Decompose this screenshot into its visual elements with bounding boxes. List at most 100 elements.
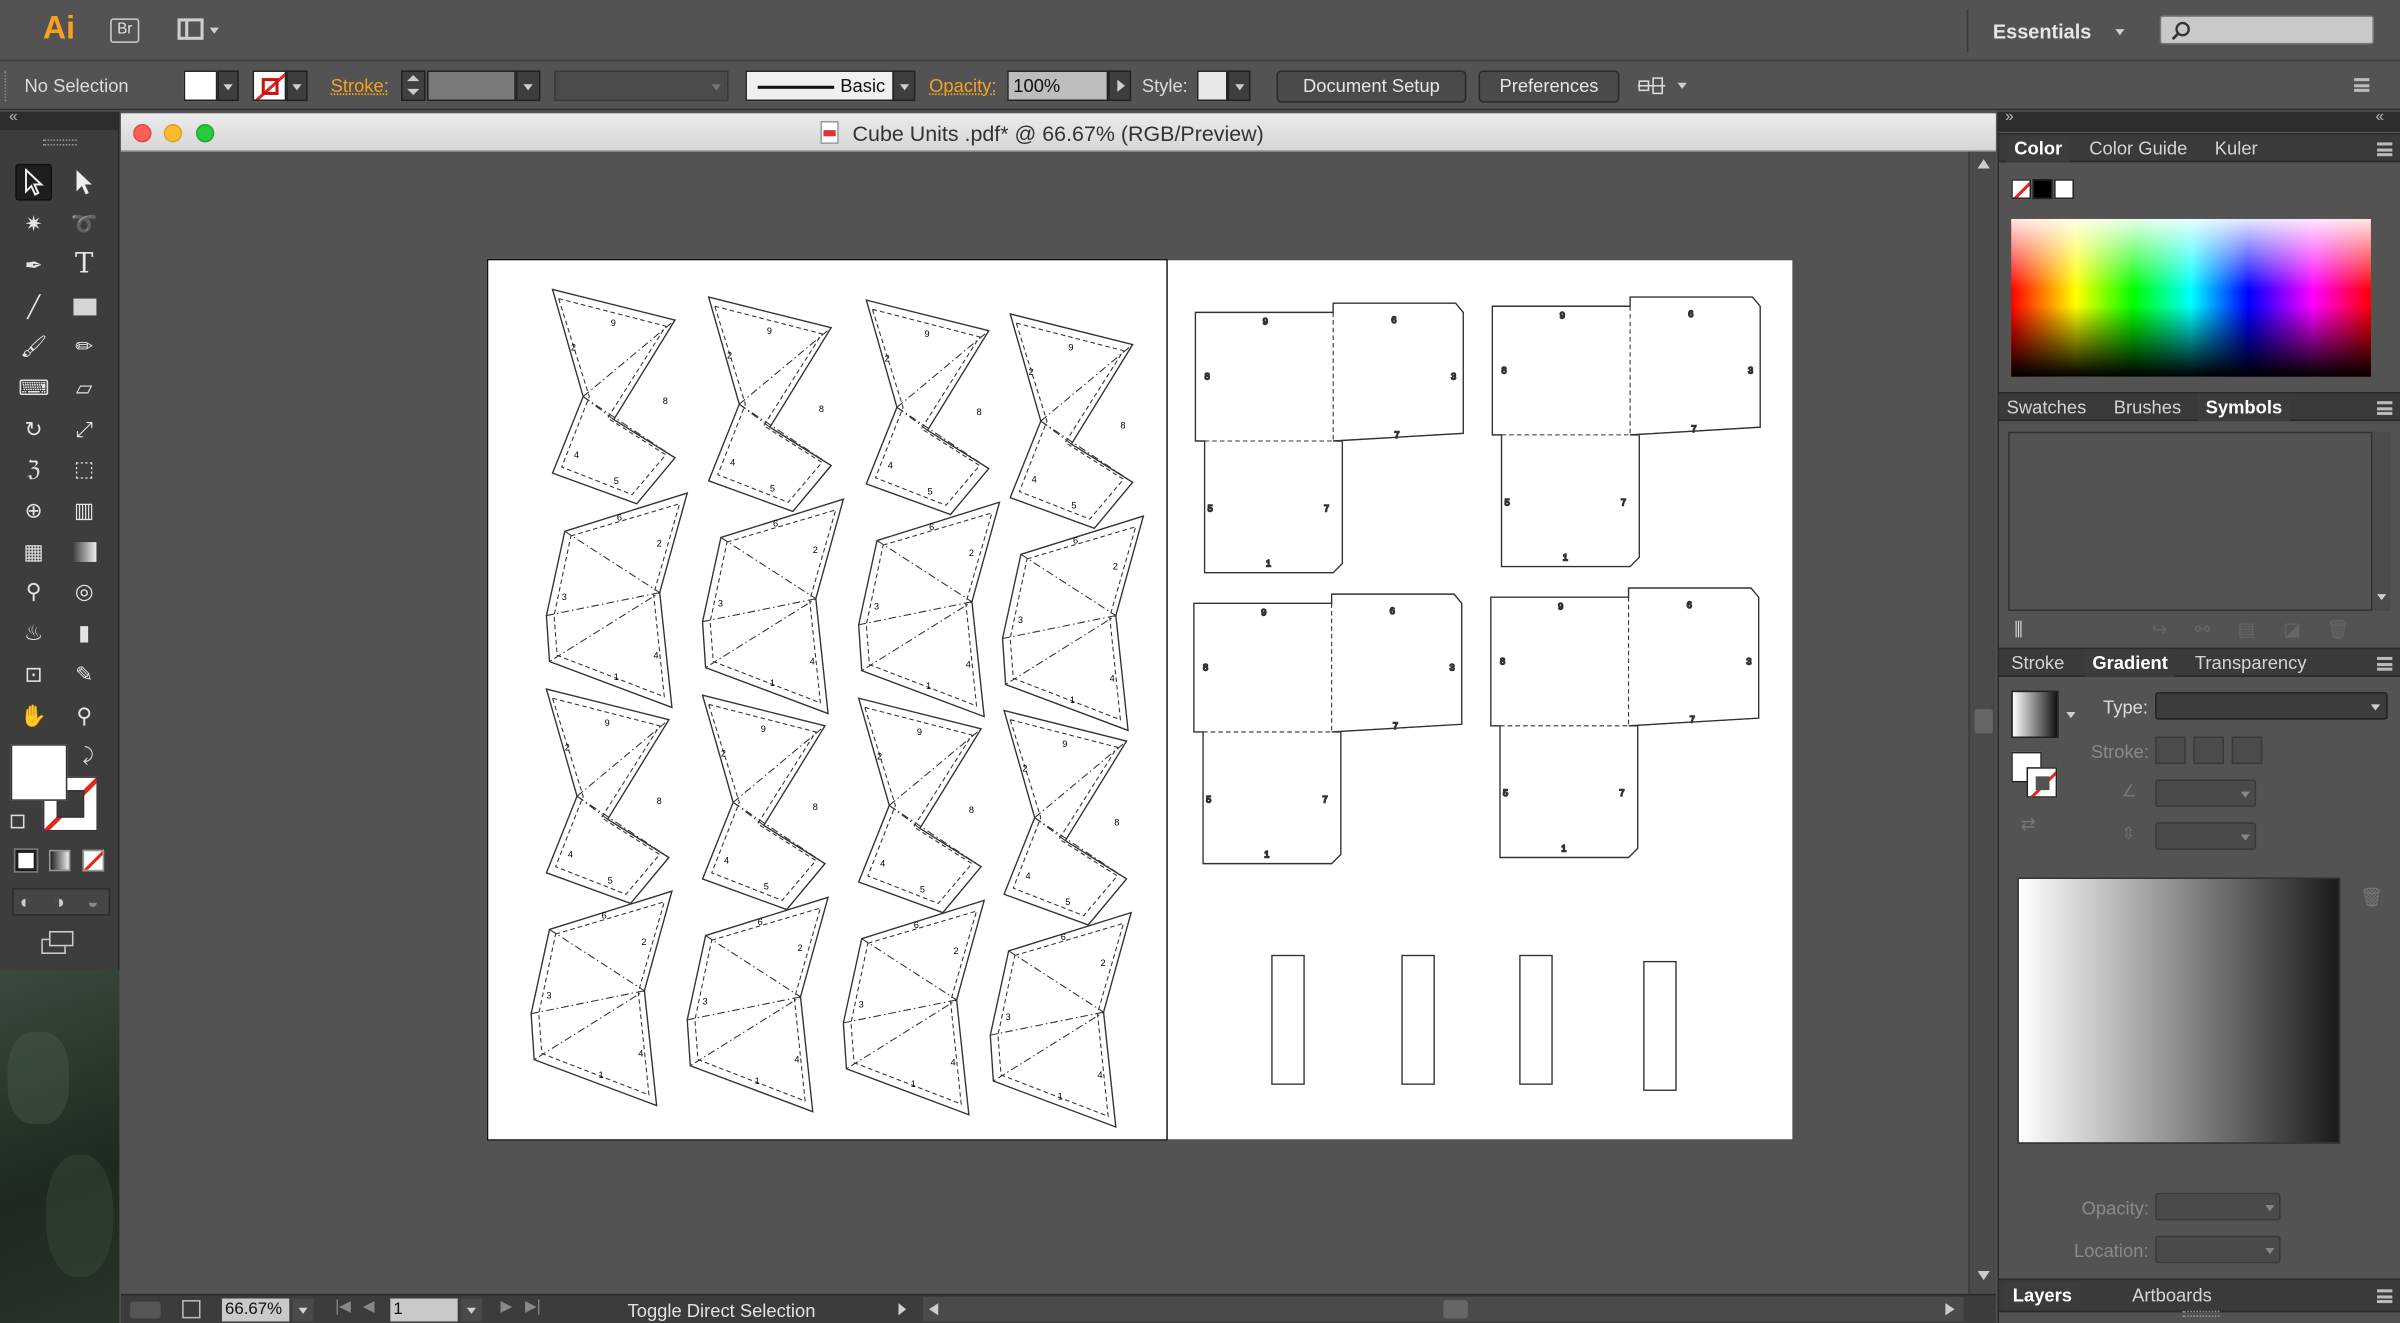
color-mode-button[interactable]: [13, 848, 39, 873]
tab-layers[interactable]: Layers: [2005, 1281, 2080, 1310]
gradient-type-dropdown[interactable]: [2155, 692, 2388, 720]
next-artboard-button[interactable]: ▶: [501, 1299, 513, 1316]
stroke-along-button[interactable]: [2193, 736, 2224, 765]
vertical-scroll-thumb[interactable]: [1974, 708, 1993, 734]
drawing-modes[interactable]: ◐ ◑ ◒: [12, 888, 111, 916]
status-info-text[interactable]: Toggle Direct Selection: [628, 1300, 816, 1321]
fill-dropdown[interactable]: [217, 70, 239, 102]
tab-color[interactable]: Color: [2006, 134, 2070, 163]
symbols-list[interactable]: [2008, 431, 2373, 611]
variable-width-profile[interactable]: [554, 70, 729, 102]
draw-behind-icon[interactable]: ◑: [54, 891, 65, 912]
none-mode-button[interactable]: [82, 849, 105, 872]
slice-tool[interactable]: ✎: [67, 657, 101, 691]
blob-brush-tool[interactable]: ⌨: [17, 371, 51, 405]
lasso-tool[interactable]: ➰: [67, 207, 101, 241]
white-swatch[interactable]: [2054, 179, 2074, 200]
tab-transparency[interactable]: Transparency: [2195, 649, 2307, 677]
direct-selection-tool[interactable]: [73, 168, 94, 196]
none-swatch[interactable]: [2011, 179, 2032, 200]
arrange-documents-button[interactable]: [177, 18, 221, 43]
zoom-tool[interactable]: ⚲: [67, 698, 101, 732]
pencil-tool[interactable]: ✏: [67, 329, 101, 363]
shape-builder-tool[interactable]: ⊕: [17, 493, 51, 527]
gradient-tool[interactable]: [67, 534, 101, 568]
tab-stroke[interactable]: Stroke: [2011, 649, 2064, 677]
tab-gradient[interactable]: Gradient: [2084, 649, 2176, 677]
delete-stop-icon[interactable]: 🗑: [2360, 887, 2383, 908]
tab-brushes[interactable]: Brushes: [2114, 394, 2181, 422]
scale-tool[interactable]: ⤢: [67, 412, 101, 446]
artboard-2[interactable]: 9 6 8 3 7 5 7 1: [1167, 260, 1793, 1140]
symbol-sprayer-tool[interactable]: ♨: [17, 616, 51, 650]
symbols-scrollbar[interactable]: [2372, 431, 2391, 611]
control-bar-menu[interactable]: [2348, 78, 2372, 95]
pen-tool[interactable]: ✒: [17, 248, 51, 282]
eyedropper-tool[interactable]: ⚲: [17, 574, 51, 608]
artboard-1[interactable]: 9 2 8 4 5 6 2 3 4 1: [486, 258, 1168, 1141]
panel-menu-icon[interactable]: [2377, 142, 2393, 157]
width-tool[interactable]: ℨ: [17, 452, 51, 486]
zoom-dropdown[interactable]: [292, 1298, 314, 1322]
screen-mode-button[interactable]: [41, 931, 75, 956]
previous-artboard-button[interactable]: ◀: [363, 1299, 375, 1316]
graphic-style-dropdown[interactable]: [1227, 70, 1251, 102]
collapse-panels-icon[interactable]: »: [2005, 109, 2014, 126]
rectangle-tool[interactable]: [67, 289, 101, 323]
document-setup-button[interactable]: Document Setup: [1276, 70, 1467, 103]
share-icon[interactable]: [182, 1300, 201, 1319]
collapse-icon[interactable]: «: [9, 109, 18, 126]
vertical-scrollbar[interactable]: [1968, 151, 1996, 1297]
expand-panels-icon[interactable]: «: [2376, 109, 2385, 126]
workspace-switcher[interactable]: Essentials: [1993, 18, 2131, 46]
gradient-stroke-icon[interactable]: [2026, 767, 2058, 798]
tab-symbols[interactable]: Symbols: [2197, 393, 2290, 422]
stroke-within-button[interactable]: [2155, 736, 2186, 765]
new-symbol-icon[interactable]: ◪: [2284, 619, 2301, 640]
color-spectrum[interactable]: [2011, 218, 2371, 377]
tab-artboards[interactable]: Artboards: [2132, 1282, 2212, 1310]
gradient-opacity-field[interactable]: [2155, 1192, 2281, 1221]
gradient-angle-field[interactable]: [2155, 779, 2257, 807]
blend-tool[interactable]: ◎: [67, 574, 101, 608]
paintbrush-tool[interactable]: 🖌: [17, 329, 51, 363]
search-input[interactable]: [2159, 15, 2374, 45]
type-tool[interactable]: T: [67, 248, 101, 282]
place-symbol-icon[interactable]: ↪: [2152, 619, 2167, 640]
default-fill-stroke[interactable]: ⤸: [10, 744, 115, 833]
default-colors-icon[interactable]: [10, 814, 25, 829]
line-segment-tool[interactable]: ╱: [17, 289, 51, 323]
chevron-down-icon[interactable]: [2066, 712, 2076, 719]
eraser-tool[interactable]: ▱: [67, 371, 101, 405]
tab-color-guide[interactable]: Color Guide: [2089, 135, 2187, 163]
panel-menu-icon[interactable]: [2377, 656, 2393, 671]
last-artboard-button[interactable]: ▶|: [525, 1299, 541, 1316]
rotate-tool[interactable]: ↻: [17, 412, 51, 446]
opacity-panel-link[interactable]: Opacity:: [929, 75, 996, 96]
stroke-color-swatch[interactable]: [252, 70, 287, 102]
mesh-tool[interactable]: ▦: [17, 534, 51, 568]
zoom-level-field[interactable]: 66.67%: [221, 1298, 290, 1322]
close-window-button[interactable]: [133, 124, 152, 143]
zoom-window-button[interactable]: [195, 124, 215, 143]
panel-menu-icon[interactable]: [2377, 1289, 2393, 1304]
perspective-grid-tool[interactable]: ▥: [67, 493, 101, 527]
symbol-libraries-icon[interactable]: ⫼: [2014, 619, 2022, 642]
fill-box[interactable]: [10, 744, 68, 801]
stroke-panel-link[interactable]: Stroke:: [331, 75, 389, 96]
minimize-window-button[interactable]: [163, 124, 183, 143]
stroke-across-button[interactable]: [2231, 736, 2263, 765]
reverse-gradient-icon[interactable]: ⇄: [2020, 813, 2035, 834]
gradient-location-field[interactable]: [2155, 1235, 2281, 1264]
panel-menu-icon[interactable]: [2377, 401, 2393, 415]
tab-kuler[interactable]: Kuler: [2215, 135, 2258, 163]
opacity-field[interactable]: 100%: [1007, 70, 1109, 102]
black-swatch[interactable]: [2032, 179, 2053, 200]
first-artboard-button[interactable]: |◀: [335, 1299, 351, 1316]
align-options-button[interactable]: [1637, 72, 1696, 100]
gradient-slider[interactable]: [2017, 877, 2341, 1144]
brush-definition[interactable]: Basic: [745, 70, 914, 102]
gradient-aspect-field[interactable]: [2155, 822, 2257, 850]
draw-normal-icon[interactable]: ◐: [20, 891, 31, 912]
swap-fill-stroke-icon[interactable]: ⤸: [83, 744, 94, 767]
